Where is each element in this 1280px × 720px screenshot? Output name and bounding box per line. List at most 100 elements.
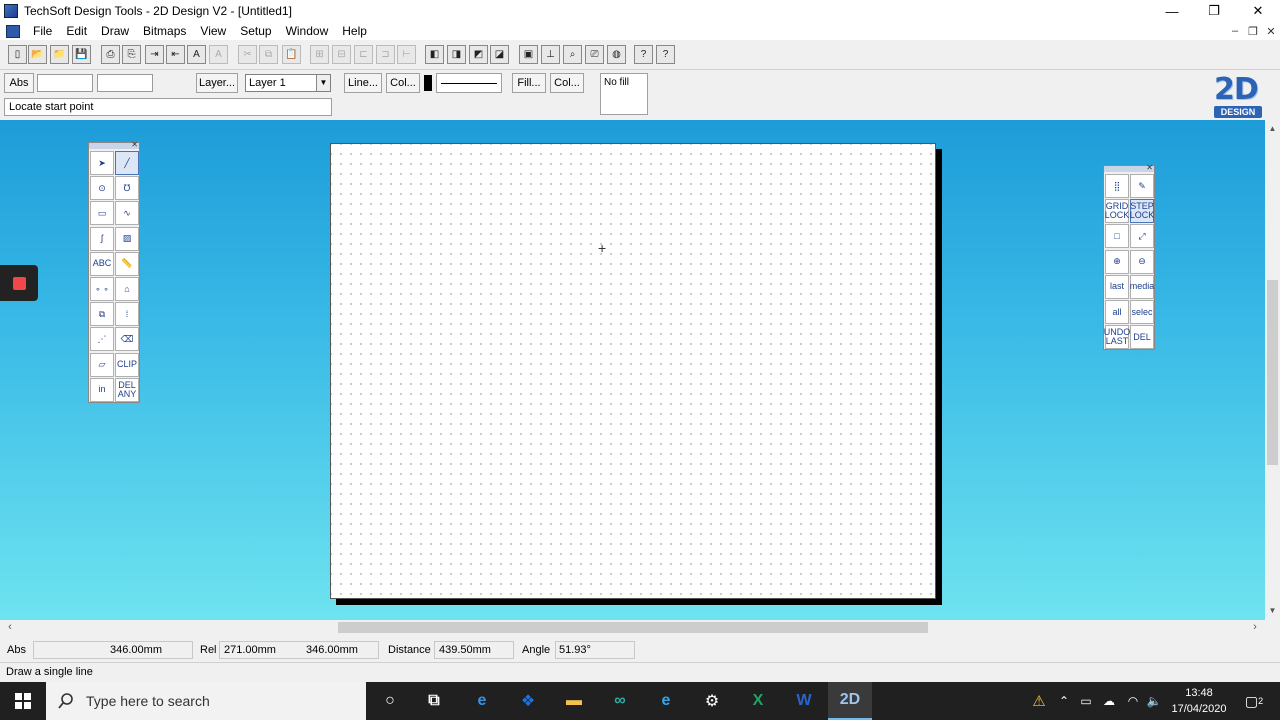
line-tool[interactable]: ╱: [115, 151, 139, 175]
paste-button[interactable]: 📋: [282, 45, 301, 64]
text-tool[interactable]: ABC: [90, 251, 114, 276]
polygon-tool[interactable]: ▱: [90, 352, 114, 377]
horizontal-scroll-thumb[interactable]: [338, 622, 928, 633]
x-coordinate-input[interactable]: [37, 74, 93, 92]
pen-tool[interactable]: ✎: [1130, 174, 1154, 198]
zoom-view-button[interactable]: ⌕: [563, 45, 582, 64]
line-style-preview[interactable]: [436, 73, 502, 93]
onedrive-icon[interactable]: ☁: [1098, 682, 1120, 720]
hatch-tool[interactable]: ▨: [115, 226, 139, 251]
save-button[interactable]: 💾: [72, 45, 91, 64]
scroll-left-icon[interactable]: ‹: [2, 620, 18, 635]
import-button[interactable]: ⇤: [166, 45, 185, 64]
taskbar-app-dropbox[interactable]: ❖: [506, 682, 550, 720]
cut-button[interactable]: ✂: [238, 45, 257, 64]
window-zoom-tool[interactable]: □: [1105, 224, 1129, 249]
ungroup-button[interactable]: ⊟: [332, 45, 351, 64]
document-icon[interactable]: [6, 24, 20, 38]
scroll-right-icon[interactable]: ›: [1247, 620, 1263, 635]
zoom-out-tool[interactable]: ⊖: [1130, 249, 1154, 274]
taskbar-app-word[interactable]: W: [782, 682, 826, 720]
clip-tool[interactable]: CLIP: [115, 352, 139, 377]
shape-back-button[interactable]: ◨: [447, 45, 466, 64]
spacing-button[interactable]: ⊢: [397, 45, 416, 64]
plotter-button[interactable]: ⎚: [585, 45, 604, 64]
copy-button[interactable]: ⧉: [259, 45, 278, 64]
arc-tool[interactable]: ℧: [115, 176, 139, 201]
taskbar-app-edge[interactable]: e: [460, 682, 504, 720]
mdi-restore-button[interactable]: ❐: [1244, 22, 1262, 40]
copy-shape-tool[interactable]: ⧉: [90, 302, 114, 327]
palette-title-bar[interactable]: ✕: [1104, 163, 1154, 172]
shape-raise-button[interactable]: ◩: [469, 45, 488, 64]
zoom-in-tool[interactable]: ⊕: [1105, 249, 1129, 274]
dimension-tool[interactable]: 📏: [115, 251, 139, 276]
grid-lock-tool[interactable]: GRID LOCK: [1105, 199, 1129, 224]
wifi-icon[interactable]: ◠: [1122, 682, 1144, 720]
dimension-button[interactable]: ⊥: [541, 45, 560, 64]
fill-button[interactable]: Fill...: [512, 73, 546, 93]
snap-tool[interactable]: ⋰: [90, 327, 114, 352]
text-button[interactable]: A: [187, 45, 206, 64]
mdi-close-button[interactable]: ✕: [1262, 22, 1280, 40]
menu-file[interactable]: File: [26, 24, 59, 38]
menu-bitmaps[interactable]: Bitmaps: [136, 24, 193, 38]
drawing-sheet[interactable]: +: [330, 143, 936, 599]
delete-tool[interactable]: DEL: [1130, 325, 1154, 350]
palette-title-bar[interactable]: ✕: [89, 140, 139, 149]
last-tool[interactable]: last: [1105, 274, 1129, 299]
menu-view[interactable]: View: [193, 24, 233, 38]
scroll-up-icon[interactable]: ▲: [1265, 122, 1280, 136]
point-tool[interactable]: ∘ ∘: [90, 277, 114, 301]
select-tool[interactable]: selec: [1130, 300, 1154, 324]
help-button[interactable]: ?: [656, 45, 675, 64]
curve-tool[interactable]: ∿: [115, 201, 139, 226]
open-folder-button[interactable]: 📁: [50, 45, 69, 64]
menu-setup[interactable]: Setup: [233, 24, 278, 38]
restore-button[interactable]: ❐: [1192, 0, 1236, 22]
notifications-icon[interactable]: ▢ 2: [1238, 682, 1270, 720]
open-file-button[interactable]: 📂: [28, 45, 47, 64]
shape-lower-button[interactable]: ◪: [490, 45, 509, 64]
shape-front-button[interactable]: ◧: [425, 45, 444, 64]
y-coordinate-input[interactable]: [97, 74, 153, 92]
menu-window[interactable]: Window: [279, 24, 336, 38]
horizontal-scrollbar[interactable]: ‹ ›: [0, 620, 1265, 635]
line-style-button[interactable]: Line...: [344, 73, 382, 93]
vertical-scroll-thumb[interactable]: [1267, 280, 1278, 465]
update-warning-icon[interactable]: ⚠: [1028, 682, 1050, 720]
print-preview-button[interactable]: ⎘: [122, 45, 141, 64]
scroll-down-icon[interactable]: ▼: [1265, 604, 1280, 618]
menu-help[interactable]: Help: [335, 24, 374, 38]
drawing-workspace[interactable]: + ✕ ➤ ╱ ⊙ ℧ ▭ ∿ ʃ ▨ ABC 📏 ∘ ∘ ⌂ ⧉ ⁞ ⋰ ⌫ ▱ CLIP in DEL ANY ✕…: [0, 120, 1265, 620]
delete-any-tool[interactable]: DEL ANY: [115, 377, 139, 402]
align-button[interactable]: ⊏: [354, 45, 373, 64]
show-hidden-icons-icon[interactable]: ⌃: [1054, 682, 1074, 720]
taskbar-search[interactable]: Type here to search: [46, 682, 366, 720]
taskbar-app-settings[interactable]: ⚙: [690, 682, 734, 720]
select-arrow-tool[interactable]: ➤: [90, 151, 114, 175]
taskbar-app-file-explorer[interactable]: ▬: [552, 682, 596, 720]
taskbar-app-arduino[interactable]: ∞: [598, 682, 642, 720]
fillet-tool[interactable]: ʃ: [90, 226, 114, 251]
volume-icon[interactable]: 🔈: [1144, 682, 1164, 720]
app-icon[interactable]: [4, 4, 18, 18]
circle-tool[interactable]: ⊙: [90, 176, 114, 201]
context-help-button[interactable]: ?: [634, 45, 653, 64]
group-button[interactable]: ⊞: [310, 45, 329, 64]
rectangle-tool[interactable]: ▭: [90, 201, 114, 226]
scale-tool[interactable]: ⤢: [1130, 224, 1154, 249]
perspective-tool[interactable]: ⌂: [115, 277, 139, 301]
grid-tool[interactable]: ⣿: [1105, 174, 1129, 198]
line-color-button[interactable]: Col...: [386, 73, 420, 93]
array-tool[interactable]: ⁞: [115, 302, 139, 327]
text-style-button[interactable]: A: [209, 45, 228, 64]
taskbar-app-internet-explorer[interactable]: e: [644, 682, 688, 720]
close-icon[interactable]: ✕: [131, 140, 138, 149]
frame-button[interactable]: ▣: [519, 45, 538, 64]
layer-select[interactable]: Layer 1 ▼: [245, 74, 331, 92]
print-button[interactable]: ⎙: [101, 45, 120, 64]
media-tool[interactable]: media: [1130, 274, 1154, 299]
battery-icon[interactable]: ▭: [1076, 682, 1096, 720]
layer-button[interactable]: Layer...: [196, 73, 238, 93]
